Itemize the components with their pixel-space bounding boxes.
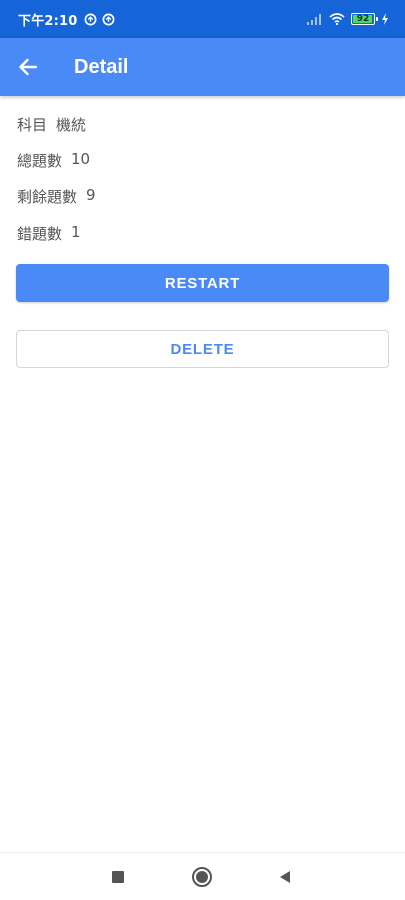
arrow-left-icon — [19, 58, 38, 76]
system-nav-bar — [0, 852, 405, 900]
home-button[interactable] — [182, 857, 222, 897]
page-title: Detail — [74, 55, 129, 78]
battery-icon: 92 — [351, 13, 378, 25]
recent-apps-button[interactable] — [98, 857, 138, 897]
wrong-questions-label: 錯題數 — [17, 225, 63, 243]
subject-row: 科目 機統 — [17, 114, 86, 135]
subject-value: 機統 — [56, 116, 87, 134]
recent-apps-icon — [112, 871, 124, 883]
total-questions-row: 總題數 10 — [17, 150, 90, 171]
sync-circle-icon — [102, 13, 114, 25]
status-bar: 下午2:10 92 — [0, 0, 405, 38]
status-time: 下午2:10 — [18, 13, 78, 29]
battery-level: 92 — [356, 13, 370, 24]
back-button[interactable] — [0, 38, 56, 96]
home-icon — [192, 867, 212, 887]
remaining-questions-label: 剩餘題數 — [17, 188, 78, 206]
wrong-questions-row: 錯題數 1 — [17, 223, 81, 244]
subject-label: 科目 — [17, 116, 48, 134]
delete-button[interactable]: DELETE — [16, 330, 389, 368]
total-questions-value: 10 — [71, 150, 91, 168]
app-bar: Detail — [0, 38, 405, 96]
wrong-questions-value: 1 — [71, 223, 81, 241]
total-questions-label: 總題數 — [17, 152, 63, 170]
back-nav-button[interactable] — [265, 857, 305, 897]
restart-button[interactable]: RESTART — [16, 264, 389, 302]
sync-circle-icon — [84, 13, 96, 25]
remaining-questions-value: 9 — [86, 186, 96, 204]
wifi-icon — [329, 13, 345, 25]
charging-icon — [382, 13, 388, 25]
back-icon — [280, 871, 290, 883]
remaining-questions-row: 剩餘題數 9 — [17, 186, 96, 207]
signal-icon — [307, 14, 321, 25]
